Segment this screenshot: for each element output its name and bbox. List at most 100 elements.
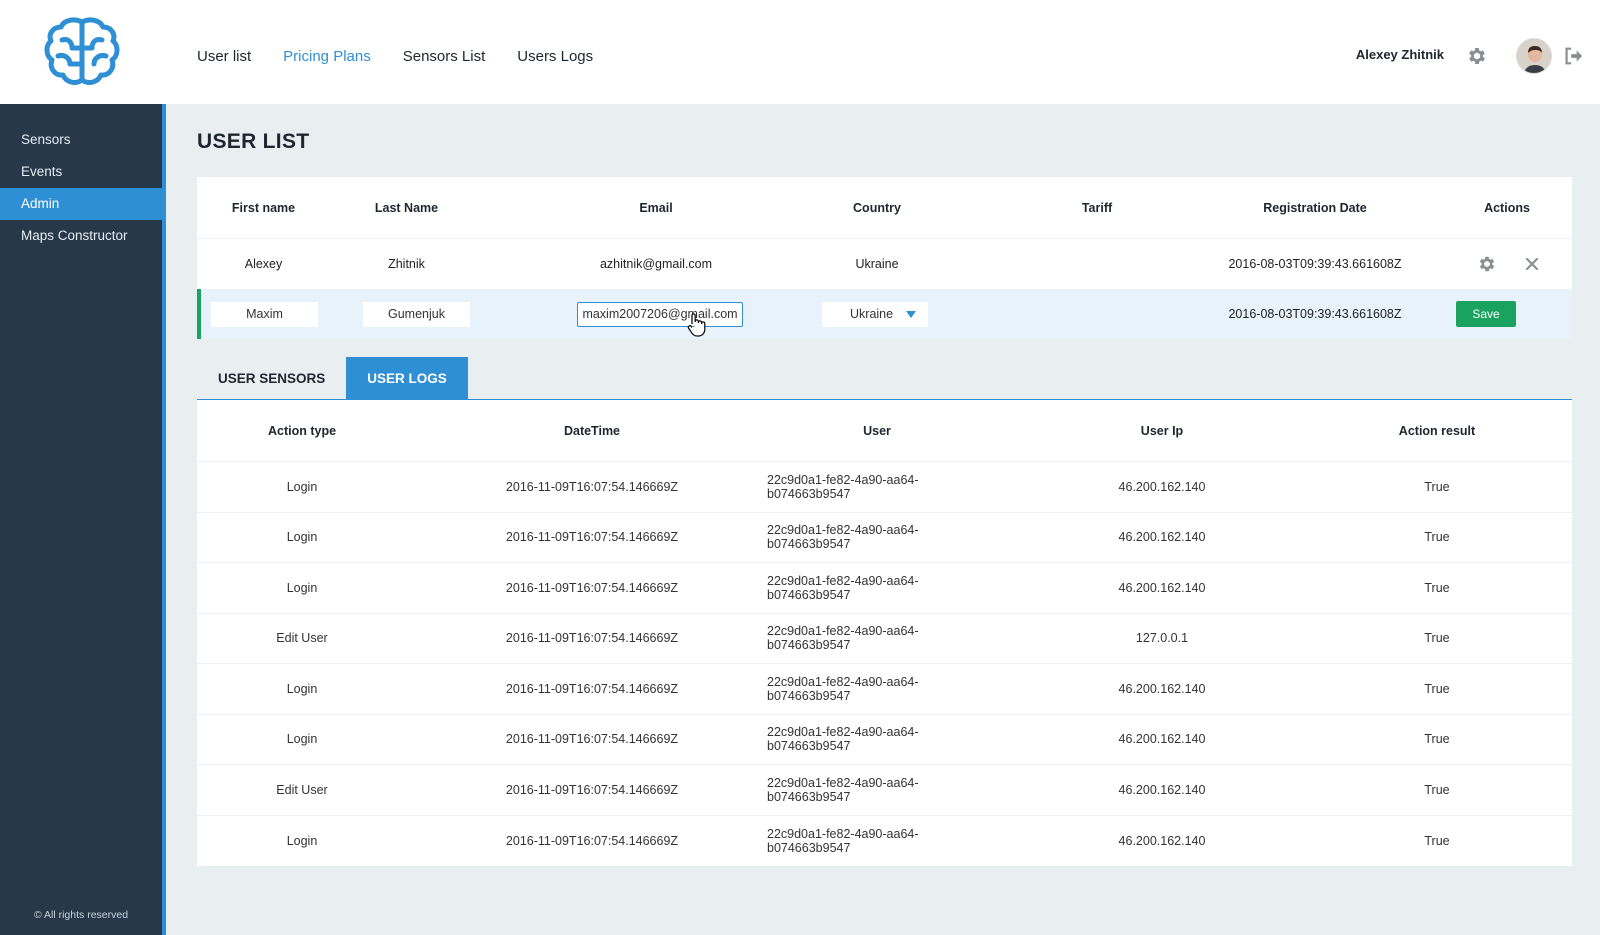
- cell-tariff: [1037, 239, 1157, 289]
- col-datetime[interactable]: DateTime: [487, 400, 697, 461]
- sidebar: Sensors Events Admin Maps Constructor © …: [0, 104, 166, 935]
- table-header: First name Last Name Email Country Tarif…: [197, 177, 1572, 239]
- cell-action-type: Login: [286, 681, 318, 696]
- first-name-cell: Maxim: [211, 289, 318, 339]
- table-row[interactable]: Login 2016-11-09T16:07:54.146669Z 22c9d0a1…: [197, 664, 1572, 715]
- top-nav: User list Pricing Plans Sensors List Use…: [197, 48, 625, 65]
- cell-user-ip: 46.200.162.140: [1118, 580, 1206, 595]
- last-name-input[interactable]: Gumenjuk: [363, 301, 470, 327]
- users-table: First name Last Name Email Country Tarif…: [197, 177, 1572, 339]
- tab-user-logs[interactable]: USER LOGS: [346, 357, 468, 399]
- cell-registration-date: 2016-08-03T09:39:43.661608Z: [1228, 257, 1402, 271]
- country-cell: Ukraine: [822, 289, 928, 339]
- table-row[interactable]: Login 2016-11-09T16:07:54.146669Z 22c9d0a1…: [197, 816, 1572, 867]
- sidebar-item-sensors[interactable]: Sensors: [0, 124, 162, 156]
- col-email[interactable]: Email: [571, 177, 741, 238]
- table-row[interactable]: Alexey Zhitnik azhitnik@gmail.com Ukrain…: [197, 239, 1572, 289]
- nav-pricing-plans[interactable]: Pricing Plans: [283, 48, 371, 65]
- cell-user: 22c9d0a1-fe82-4a90-aa64-b074663b9547: [767, 826, 919, 855]
- avatar[interactable]: [1516, 38, 1552, 74]
- cell-datetime: 2016-11-09T16:07:54.146669Z: [505, 681, 679, 696]
- col-country[interactable]: Country: [817, 177, 937, 238]
- cell-user-ip: 127.0.0.1: [1135, 631, 1189, 646]
- col-last-name[interactable]: Last Name: [350, 177, 463, 238]
- cell-user-ip: 46.200.162.140: [1118, 833, 1206, 848]
- cell-user-ip: 46.200.162.140: [1118, 530, 1206, 545]
- table-row[interactable]: Edit User 2016-11-09T16:07:54.146669Z 22c9…: [197, 614, 1572, 664]
- cell-action-result: True: [1424, 580, 1450, 595]
- cell-last-name: Zhitnik: [388, 257, 425, 271]
- first-name-input[interactable]: Maxim: [211, 301, 318, 327]
- col-first-name[interactable]: First name: [197, 177, 330, 238]
- nav-user-list[interactable]: User list: [197, 48, 251, 65]
- logout-icon[interactable]: [1562, 45, 1584, 67]
- col-actions: Actions: [1484, 200, 1530, 215]
- cell-action-result: True: [1424, 833, 1450, 848]
- col-user-ip[interactable]: User Ip: [1087, 400, 1237, 461]
- cell-user-ip: 46.200.162.140: [1118, 681, 1206, 696]
- chevron-down-icon: [906, 310, 916, 318]
- cell-user: 22c9d0a1-fe82-4a90-aa64-b074663b9547: [767, 472, 919, 501]
- table-row-editing[interactable]: Maxim Gumenjuk maxim2007206@gmail.com Uk…: [197, 289, 1572, 339]
- cell-datetime: 2016-11-09T16:07:54.146669Z: [505, 732, 679, 747]
- cell-action-result: True: [1424, 681, 1450, 696]
- nav-users-logs[interactable]: Users Logs: [517, 48, 593, 65]
- table-row[interactable]: Edit User 2016-11-09T16:07:54.146669Z 22c9…: [197, 765, 1572, 816]
- col-action-result[interactable]: Action result: [1357, 400, 1517, 461]
- sidebar-item-admin[interactable]: Admin: [0, 188, 162, 220]
- cell-registration-date: 2016-08-03T09:39:43.661608Z: [1228, 307, 1402, 321]
- sidebar-item-events[interactable]: Events: [0, 156, 162, 188]
- cell-user: 22c9d0a1-fe82-4a90-aa64-b074663b9547: [767, 674, 919, 703]
- cell-datetime: 2016-11-09T16:07:54.146669Z: [505, 782, 679, 797]
- cell-user-ip: 46.200.162.140: [1118, 479, 1206, 494]
- cell-datetime: 2016-11-09T16:07:54.146669Z: [505, 833, 679, 848]
- cell-action-result: True: [1424, 530, 1450, 545]
- tabs: USER SENSORS USER LOGS: [197, 357, 1572, 400]
- cell-user: 22c9d0a1-fe82-4a90-aa64-b074663b9547: [767, 523, 919, 552]
- cell-action-result: True: [1424, 631, 1450, 646]
- brain-icon[interactable]: [44, 16, 120, 88]
- table-row[interactable]: Login 2016-11-09T16:07:54.146669Z 22c9d0a1…: [197, 513, 1572, 563]
- cell-email: azhitnik@gmail.com: [599, 257, 713, 271]
- user-area: Alexey Zhitnik: [1300, 36, 1600, 76]
- cell-action-type: Edit User: [276, 631, 328, 646]
- copyright: © All rights reserved: [33, 909, 129, 921]
- logs-table-header: Action type DateTime User User Ip Action…: [197, 400, 1572, 462]
- page-title: USER LIST: [197, 130, 310, 153]
- cell-action-result: True: [1424, 479, 1450, 494]
- col-user[interactable]: User: [767, 400, 987, 461]
- cell-action-type: Edit User: [276, 782, 328, 797]
- cell-action-type: Login: [286, 479, 318, 494]
- country-select[interactable]: Ukraine: [822, 301, 928, 327]
- cell-action-type: Login: [286, 833, 318, 848]
- cell-user-ip: 46.200.162.140: [1118, 782, 1206, 797]
- cell-datetime: 2016-11-09T16:07:54.146669Z: [505, 479, 679, 494]
- logs-table-body: Login 2016-11-09T16:07:54.146669Z 22c9d0a1…: [197, 462, 1572, 866]
- col-tariff[interactable]: Tariff: [1037, 177, 1157, 238]
- cell-user: 22c9d0a1-fe82-4a90-aa64-b074663b9547: [767, 775, 919, 804]
- cell-action-result: True: [1424, 782, 1450, 797]
- cell-user: 22c9d0a1-fe82-4a90-aa64-b074663b9547: [767, 573, 919, 602]
- sidebar-item-maps-constructor[interactable]: Maps Constructor: [0, 220, 162, 252]
- table-row[interactable]: Login 2016-11-09T16:07:54.146669Z 22c9d0a1…: [197, 715, 1572, 765]
- tab-user-sensors[interactable]: USER SENSORS: [197, 357, 346, 399]
- cell-datetime: 2016-11-09T16:07:54.146669Z: [505, 631, 679, 646]
- email-cell: maxim2007206@gmail.com: [575, 289, 745, 339]
- table-row[interactable]: Login 2016-11-09T16:07:54.146669Z 22c9d0a1…: [197, 462, 1572, 513]
- cell-user-ip: 46.200.162.140: [1118, 732, 1206, 747]
- country-select-value: Ukraine: [850, 307, 894, 321]
- col-action-type[interactable]: Action type: [197, 400, 407, 461]
- cell-action-type: Login: [286, 732, 318, 747]
- save-button[interactable]: Save: [1456, 301, 1516, 327]
- col-registration-date[interactable]: Registration Date: [1205, 177, 1425, 238]
- email-input[interactable]: maxim2007206@gmail.com: [577, 301, 743, 327]
- edit-row-button[interactable]: [1472, 239, 1502, 289]
- table-row[interactable]: Login 2016-11-09T16:07:54.146669Z 22c9d0a1…: [197, 563, 1572, 614]
- delete-row-button[interactable]: [1517, 239, 1547, 289]
- gear-icon: [1479, 256, 1495, 272]
- user-name: Alexey Zhitnik: [1355, 47, 1444, 62]
- cell-user: 22c9d0a1-fe82-4a90-aa64-b074663b9547: [767, 725, 919, 754]
- save-cell: Save: [1456, 289, 1516, 339]
- nav-sensors-list[interactable]: Sensors List: [403, 48, 486, 65]
- gear-icon[interactable]: [1466, 45, 1488, 67]
